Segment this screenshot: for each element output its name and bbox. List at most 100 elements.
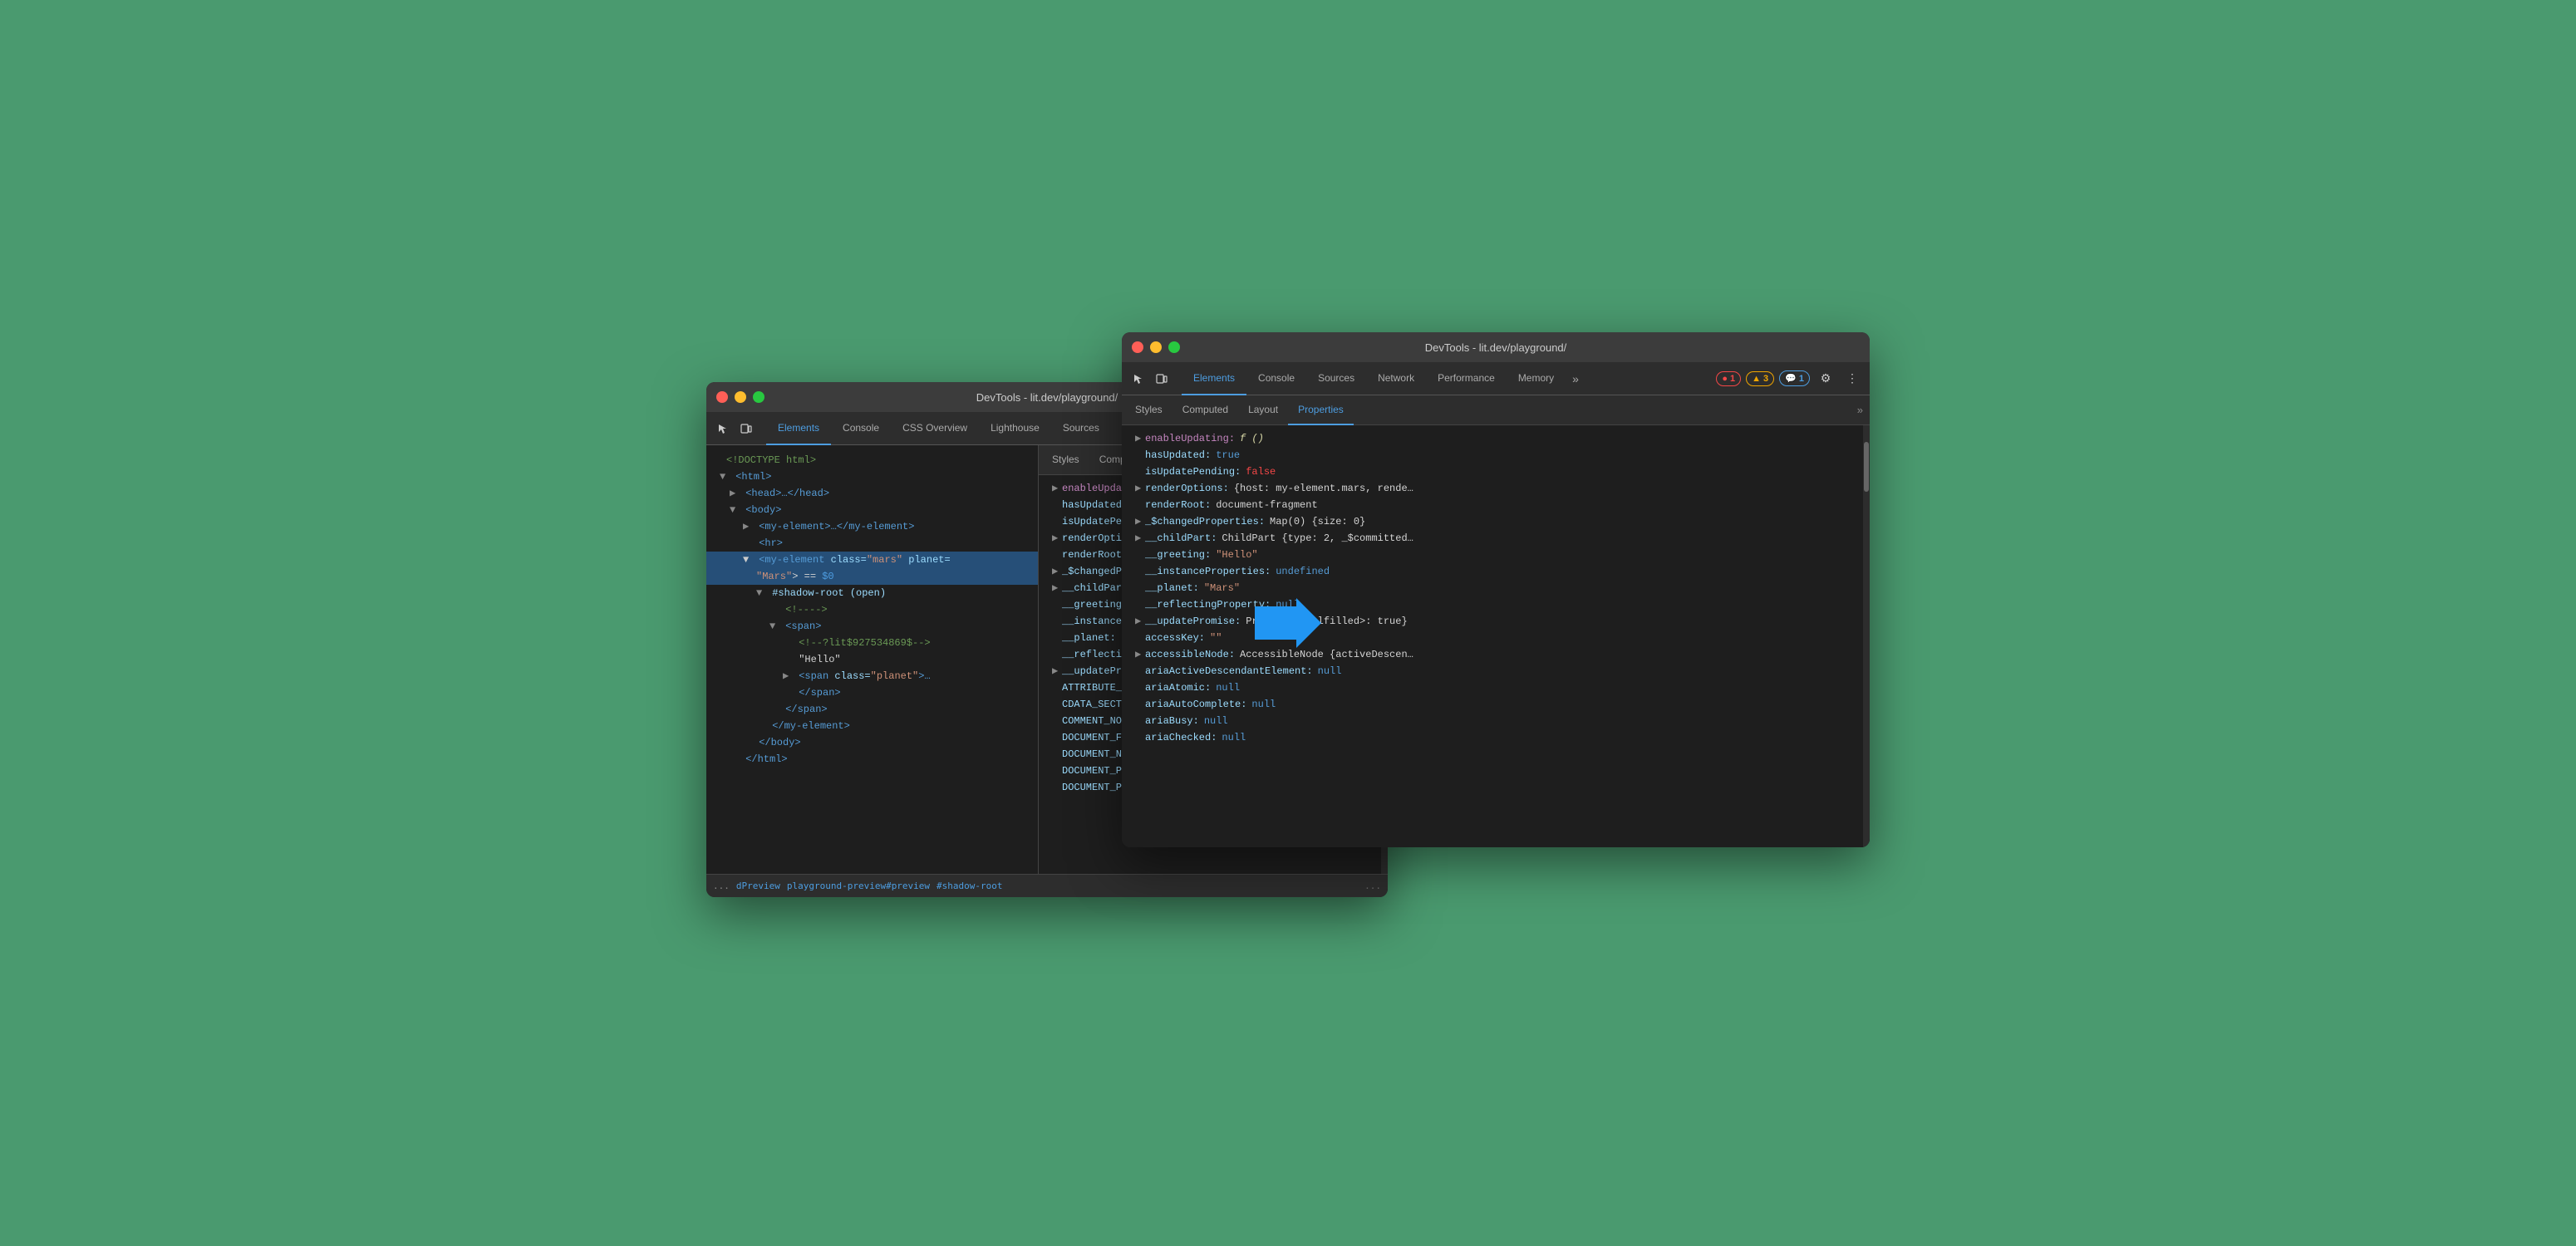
tab-performance-front[interactable]: Performance: [1426, 362, 1507, 395]
prop-ariaAutoComplete-front: ariaAutoComplete: null: [1122, 696, 1863, 713]
tab-lighthouse-back[interactable]: Lighthouse: [979, 412, 1051, 445]
panel-tab-styles-back[interactable]: Styles: [1042, 445, 1089, 475]
dom-span-arrow[interactable]: ▼: [769, 619, 779, 634]
tab-sources-front[interactable]: Sources: [1306, 362, 1366, 395]
cursor-icon-front[interactable]: [1128, 369, 1148, 389]
traffic-lights-front: [1132, 341, 1180, 353]
prop-renderRoot-front: renderRoot: document-fragment: [1122, 497, 1863, 513]
panel-tab-layout-front[interactable]: Layout: [1238, 395, 1288, 425]
settings-button-front[interactable]: ⚙: [1815, 368, 1836, 390]
tab-more-front[interactable]: »: [1566, 372, 1585, 385]
prop-instanceProperties-front: __instanceProperties: undefined: [1122, 563, 1863, 580]
tab-console-front[interactable]: Console: [1246, 362, 1306, 395]
dom-comment-node: <!---->: [706, 601, 1038, 618]
tab-css-overview-back[interactable]: CSS Overview: [891, 412, 979, 445]
prop-planet-front: __planet: "Mars": [1122, 580, 1863, 596]
minimize-button-back[interactable]: [735, 391, 746, 403]
panel-tabs-front: Styles Computed Layout Properties »: [1122, 395, 1870, 425]
dom-my-element-2[interactable]: ▼ <my-element class="mars" planet=: [706, 552, 1038, 568]
tab-nav-front: Elements Console Sources Network Perform…: [1182, 362, 1713, 395]
scene: DevTools - lit.dev/playground/: [706, 332, 1870, 914]
prop-ariaAtomic-front: ariaAtomic: null: [1122, 679, 1863, 696]
error-icon-front: ●: [1722, 374, 1728, 384]
chat-icon-front: 💬: [1785, 373, 1797, 384]
dom-span-close: </span>: [706, 684, 1038, 701]
dom-body-arrow[interactable]: ▼: [730, 503, 740, 518]
device-icon-front[interactable]: [1152, 369, 1172, 389]
error-badge-front[interactable]: ● 1: [1716, 371, 1741, 386]
props-content-front: ▶ enableUpdating: f () hasUpdated: true: [1122, 425, 1863, 847]
window-title-back: DevTools - lit.dev/playground/: [976, 391, 1118, 404]
prop-enableUpdating-front: ▶ enableUpdating: f (): [1122, 430, 1863, 447]
more-button-front[interactable]: ⋮: [1841, 368, 1863, 390]
info-count-front: 1: [1799, 374, 1804, 384]
dom-mye1-arrow[interactable]: ▶: [743, 519, 753, 534]
panel-with-scroll-front: ▶ enableUpdating: f () hasUpdated: true: [1122, 425, 1870, 847]
devtools-window-front: DevTools - lit.dev/playground/ Elem: [1122, 332, 1870, 847]
prop-hasUpdated-front: hasUpdated: true: [1122, 447, 1863, 464]
warning-badge-front[interactable]: ▲ 3: [1746, 371, 1774, 386]
window-title-front: DevTools - lit.dev/playground/: [1425, 341, 1567, 354]
maximize-button-back[interactable]: [753, 391, 764, 403]
device-icon[interactable]: [736, 419, 756, 439]
breadcrumb-shadow-root[interactable]: #shadow-root: [937, 881, 1002, 891]
dom-panel-back: <!DOCTYPE html> ▼ <html> ▶ <head>…</head…: [706, 445, 1039, 874]
warning-count-front: 3: [1763, 374, 1768, 384]
prop-ariaBusy-front: ariaBusy: null: [1122, 713, 1863, 729]
dom-html-close: </html>: [706, 751, 1038, 768]
dom-body-close: </body>: [706, 734, 1038, 751]
dom-mye2-arrow[interactable]: ▼: [743, 552, 753, 567]
scrollbar-front[interactable]: [1863, 425, 1870, 847]
breadcrumb-playground[interactable]: playground-preview#preview: [787, 881, 930, 891]
cursor-icon[interactable]: [713, 419, 733, 439]
minimize-button-front[interactable]: [1150, 341, 1162, 353]
prop-accessKey-front: accessKey: "": [1122, 630, 1863, 646]
tab-elements-back[interactable]: Elements: [766, 412, 831, 445]
info-badge-front[interactable]: 💬 1: [1779, 370, 1810, 386]
panel-tab-styles-front[interactable]: Styles: [1125, 395, 1172, 425]
close-button-back[interactable]: [716, 391, 728, 403]
toolbar-icons-front: [1128, 369, 1172, 389]
dom-hr: <hr>: [706, 535, 1038, 552]
breadcrumb-dpreview[interactable]: dPreview: [736, 881, 780, 891]
dom-html-arrow[interactable]: ▼: [720, 469, 730, 484]
title-bar-front: DevTools - lit.dev/playground/: [1122, 332, 1870, 362]
dom-head: ▶ <head>…</head>: [706, 485, 1038, 502]
warning-icon-front: ▲: [1752, 374, 1761, 384]
dom-span-outer: ▼ <span>: [706, 618, 1038, 635]
panel-more-front[interactable]: »: [1854, 404, 1866, 416]
scrollbar-thumb-front[interactable]: [1864, 442, 1869, 492]
arrow-container: [1255, 598, 1321, 648]
close-button-front[interactable]: [1132, 341, 1143, 353]
traffic-lights-back: [716, 391, 764, 403]
tab-console-back[interactable]: Console: [831, 412, 891, 445]
breadcrumb-bar-back: ... dPreview playground-preview#preview …: [706, 874, 1388, 897]
maximize-button-front[interactable]: [1168, 341, 1180, 353]
tab-sources-back[interactable]: Sources: [1051, 412, 1111, 445]
prop-changedProperties-front: ▶ _$changedProperties: Map(0) {size: 0}: [1122, 513, 1863, 530]
tab-elements-front[interactable]: Elements: [1182, 362, 1246, 395]
dom-planet-arrow[interactable]: ▶: [783, 669, 793, 684]
tab-memory-front[interactable]: Memory: [1507, 362, 1566, 395]
panel-tab-properties-front[interactable]: Properties: [1288, 395, 1354, 425]
dom-shadow-arrow[interactable]: ▼: [756, 586, 766, 601]
dom-my-element-close: </my-element>: [706, 718, 1038, 734]
breadcrumb-ellipsis: ...: [713, 881, 730, 891]
prop-accessibleNode-front: ▶ accessibleNode: AccessibleNode {active…: [1122, 646, 1863, 663]
prop-ariaChecked-front: ariaChecked: null: [1122, 729, 1863, 746]
dom-head-arrow[interactable]: ▶: [730, 486, 740, 501]
prop-childPart-front: ▶ __childPart: ChildPart {type: 2, _$com…: [1122, 530, 1863, 547]
prop-isUpdatePending-front: isUpdatePending: false: [1122, 464, 1863, 480]
prop-renderOptions-front: ▶ renderOptions: {host: my-element.mars,…: [1122, 480, 1863, 497]
dom-body: ▼ <body>: [706, 502, 1038, 518]
dom-my-element-2-cont: "Mars"> == $0: [706, 568, 1038, 585]
dom-doctype: <!DOCTYPE html>: [706, 452, 1038, 468]
error-count-front: 1: [1730, 374, 1735, 384]
toolbar-right-front: ● 1 ▲ 3 💬 1 ⚙ ⋮: [1716, 368, 1863, 390]
panel-tab-computed-front[interactable]: Computed: [1172, 395, 1238, 425]
toolbar-front: Elements Console Sources Network Perform…: [1122, 362, 1870, 395]
tab-network-front[interactable]: Network: [1366, 362, 1426, 395]
dom-html: ▼ <html>: [706, 468, 1038, 485]
dom-span-planet: ▶ <span class="planet">…: [706, 668, 1038, 684]
dom-shadow-root: ▼ #shadow-root (open): [706, 585, 1038, 601]
